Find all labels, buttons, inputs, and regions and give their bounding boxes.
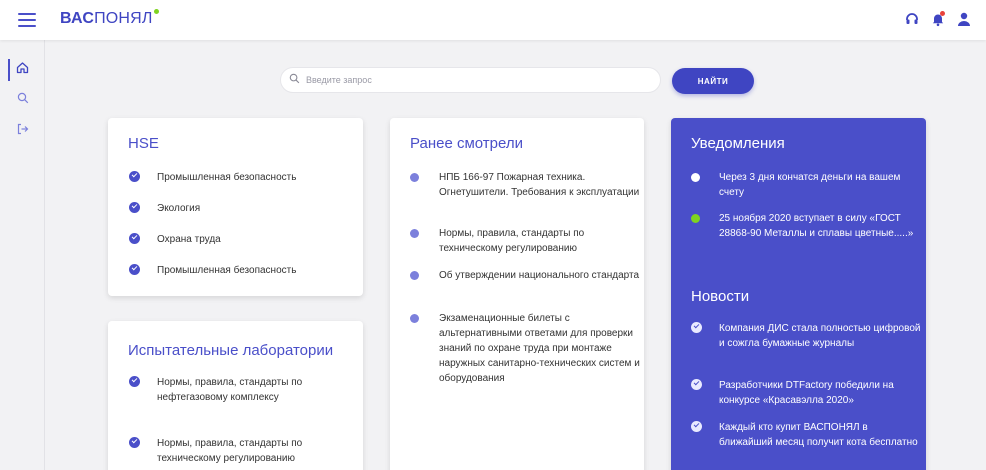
- list-item-label: Нормы, правила, стандарты по техническом…: [157, 438, 303, 464]
- notification-badge: [940, 11, 945, 16]
- check-circle-icon: [129, 376, 140, 387]
- check-circle-icon: [129, 171, 140, 182]
- hse-title: HSE: [128, 135, 159, 152]
- notification-text: Через 3 дня кончатся деньги на вашем сче…: [719, 172, 901, 198]
- list-item[interactable]: Нормы, правила, стандарты по нефтегазово…: [129, 375, 359, 405]
- list-item[interactable]: НПБ 166-97 Пожарная техника. Огнетушител…: [410, 170, 640, 200]
- bullet-dot: [410, 314, 419, 323]
- recent-card: Ранее смотрели НПБ 166-97 Пожарная техни…: [390, 118, 644, 470]
- list-item[interactable]: Экология: [129, 201, 359, 216]
- status-dot: [691, 214, 700, 223]
- headset-icon[interactable]: [904, 11, 920, 27]
- logo[interactable]: ВАСПОНЯЛ: [60, 9, 159, 28]
- list-item-label: Охрана труда: [157, 234, 221, 245]
- check-circle-icon: [129, 437, 140, 448]
- notifications-card: Уведомления Через 3 дня кончатся деньги …: [671, 118, 926, 470]
- news-item[interactable]: Разработчики DTFactory победили на конку…: [691, 378, 921, 408]
- notification-item[interactable]: Через 3 дня кончатся деньги на вашем сче…: [691, 170, 921, 200]
- news-item[interactable]: Каждый кто купит ВАСПОНЯЛ в ближайший ме…: [691, 420, 921, 450]
- news-item-text: Разработчики DTFactory победили на конку…: [719, 380, 894, 406]
- bell-icon[interactable]: [930, 11, 946, 27]
- list-item-label: Нормы, правила, стандарты по нефтегазово…: [157, 377, 303, 403]
- recent-title: Ранее смотрели: [410, 135, 523, 152]
- notification-item[interactable]: 25 ноября 2020 вступает в силу «ГОСТ 288…: [691, 211, 921, 241]
- list-item-label: Экология: [157, 203, 201, 214]
- status-dot: [691, 173, 700, 182]
- news-item[interactable]: Компания ДИС стала полностью цифровой и …: [691, 321, 921, 351]
- search-input[interactable]: [306, 75, 646, 85]
- sidebar-item-home[interactable]: [0, 57, 45, 83]
- news-item-text: Компания ДИС стала полностью цифровой и …: [719, 323, 921, 349]
- list-item-label: НПБ 166-97 Пожарная техника. Огнетушител…: [439, 172, 640, 198]
- sidebar-item-logout[interactable]: [0, 118, 45, 144]
- user-icon[interactable]: [956, 11, 972, 27]
- search-button[interactable]: НАЙТИ: [672, 68, 754, 94]
- check-circle-icon: [691, 379, 702, 390]
- search-icon: [17, 91, 29, 109]
- list-item-label: Экзаменационные билеты с альтернативными…: [439, 313, 640, 384]
- list-item[interactable]: Промышленная безопасность: [129, 170, 359, 185]
- labs-title: Испытательные лаборатории: [128, 342, 334, 359]
- logo-dot: [153, 9, 159, 14]
- notification-text: 25 ноября 2020 вступает в силу «ГОСТ 288…: [719, 213, 914, 239]
- check-circle-icon: [129, 233, 140, 244]
- news-title: Новости: [691, 288, 750, 305]
- sidebar-item-search[interactable]: [0, 87, 45, 113]
- labs-card: Испытательные лаборатории Нормы, правила…: [108, 321, 363, 470]
- list-item[interactable]: Об утверждении национального стандарта: [410, 268, 640, 283]
- home-icon: [16, 61, 29, 79]
- logout-icon: [17, 122, 29, 140]
- notifications-title: Уведомления: [691, 135, 785, 152]
- menu-icon[interactable]: [18, 13, 36, 27]
- check-circle-icon: [691, 421, 702, 432]
- check-circle-icon: [129, 202, 140, 213]
- logo-part-bold: ВАС: [60, 10, 95, 27]
- list-item-label: Промышленная безопасность: [157, 265, 297, 276]
- sidebar: [0, 40, 45, 470]
- search-bar: [280, 67, 661, 93]
- bullet-dot: [410, 271, 419, 280]
- list-item-label: Об утверждении национального стандарта: [439, 270, 640, 281]
- list-item[interactable]: Нормы, правила, стандарты по техническом…: [410, 226, 640, 256]
- list-item-label: Нормы, правила, стандарты по техническом…: [439, 228, 585, 254]
- search-icon: [289, 71, 300, 89]
- check-circle-icon: [691, 322, 702, 333]
- list-item[interactable]: Нормы, правила, стандарты по техническом…: [129, 436, 359, 466]
- top-bar: ВАСПОНЯЛ: [0, 0, 986, 40]
- hse-card: HSE Промышленная безопасность Экология О…: [108, 118, 363, 296]
- list-item[interactable]: Промышленная безопасность: [129, 263, 359, 278]
- bullet-dot: [410, 229, 419, 238]
- list-item[interactable]: Охрана труда: [129, 232, 359, 247]
- bullet-dot: [410, 173, 419, 182]
- list-item-label: Промышленная безопасность: [157, 172, 297, 183]
- news-item-text: Каждый кто купит ВАСПОНЯЛ в ближайший ме…: [719, 422, 918, 448]
- list-item[interactable]: Экзаменационные билеты с альтернативными…: [410, 311, 640, 386]
- check-circle-icon: [129, 264, 140, 275]
- logo-part-regular: ПОНЯЛ: [94, 10, 153, 27]
